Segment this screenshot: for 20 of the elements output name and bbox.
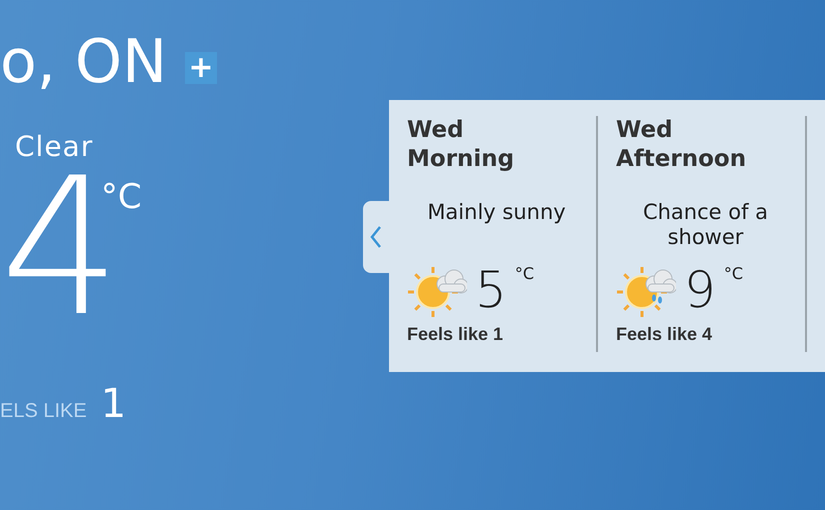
current-condition: Clear	[15, 130, 94, 163]
add-button[interactable]: +	[184, 52, 217, 84]
forecast-feels-like: Feels like 1	[407, 324, 504, 345]
temperature-unit: °C	[514, 264, 534, 283]
forecast-condition: Chance of a shower	[642, 200, 770, 251]
feels-like-label: ELS LIKE	[0, 400, 87, 423]
location-title: o, ON	[0, 26, 167, 99]
forecast-feels-like: Feels like 4	[616, 324, 714, 345]
feels-like-value: 1	[100, 381, 126, 427]
forecast-temperature: 9	[684, 262, 716, 318]
forecast-period: Afternoon	[616, 145, 748, 174]
temperature-unit: °C	[724, 264, 743, 283]
temperature-unit: °C	[100, 177, 142, 217]
previous-button[interactable]	[363, 201, 389, 273]
forecast-day: Wed	[616, 116, 805, 145]
chevron-left-icon	[370, 225, 382, 249]
forecast-condition: Mainly sunny	[426, 200, 567, 226]
forecast-temperature: 5	[475, 262, 507, 318]
forecast-period: Morning	[407, 145, 516, 174]
forecast-day: Wed	[407, 116, 596, 145]
